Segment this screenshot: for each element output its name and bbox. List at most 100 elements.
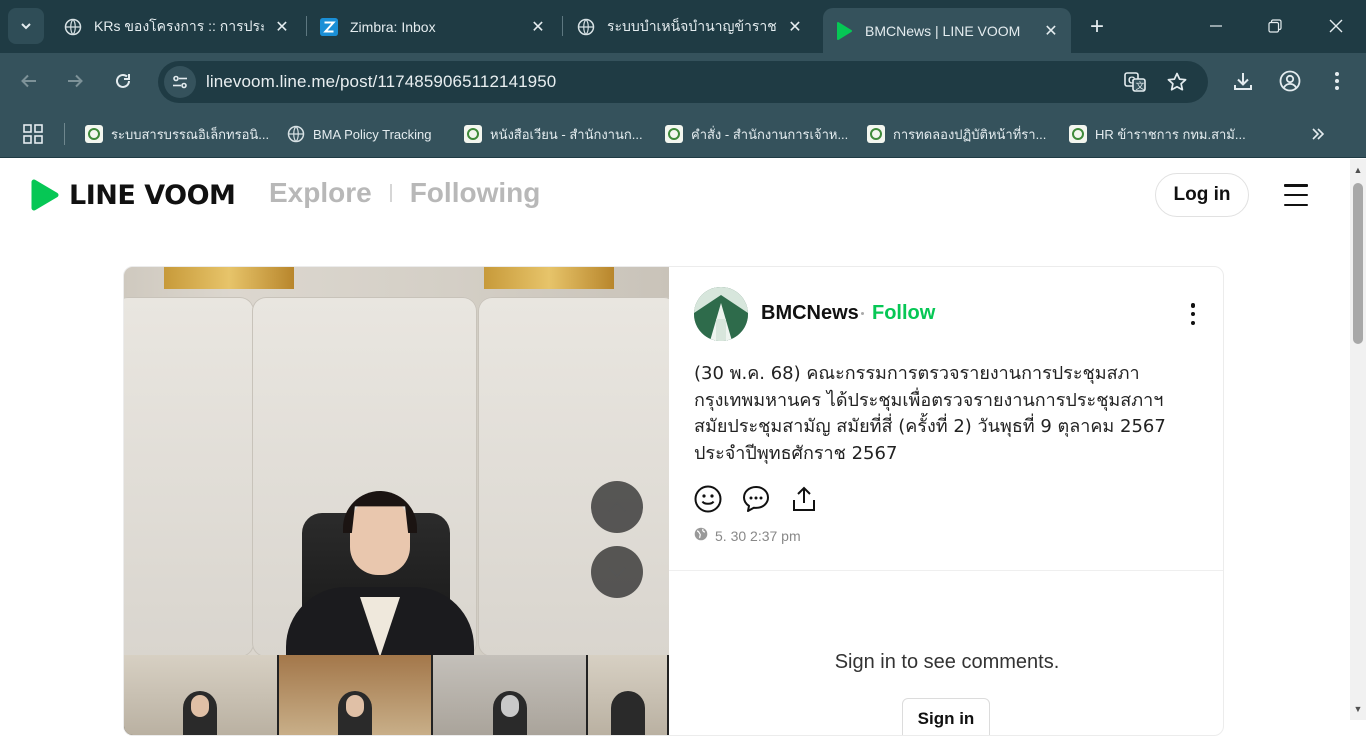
- svg-text:文: 文: [1136, 80, 1145, 92]
- bookmark-item[interactable]: การทดลองปฏิบัติหน้าที่รา...: [867, 123, 1046, 145]
- bookmark-label: คำสั่ง - สำนักงานการเจ้าห...: [691, 126, 849, 142]
- share-icon[interactable]: [789, 484, 819, 514]
- new-tab-button[interactable]: +: [1084, 13, 1110, 40]
- arrow-left-icon: [21, 74, 36, 88]
- globe-icon: [694, 527, 708, 544]
- restore-icon: [1268, 19, 1282, 33]
- wall-panel: [124, 297, 254, 657]
- download-icon: [1234, 73, 1252, 90]
- line-voom-logo[interactable]: LINE VOOM: [29, 179, 236, 211]
- nav-following[interactable]: Following: [410, 177, 541, 209]
- chevron-down-icon: [21, 23, 31, 30]
- page-scrollbar[interactable]: ▲ ▼: [1350, 159, 1366, 720]
- bookmark-item[interactable]: ระบบสารบรรณอิเล็กทรอนิ...: [85, 123, 269, 145]
- main-nav: Explore Following: [269, 177, 540, 209]
- login-button[interactable]: Log in: [1155, 173, 1249, 217]
- tab-pension[interactable]: ระบบบำเหน็จบำนาญข้าราชกา ✕: [565, 8, 815, 45]
- apps-button[interactable]: [23, 123, 43, 145]
- avatar[interactable]: [694, 287, 748, 341]
- star-icon[interactable]: [1165, 70, 1189, 94]
- bookmark-label: หนังสือเวียน - สำนักงานก...: [490, 126, 643, 142]
- tab-title: BMCNews | LINE VOOM: [865, 22, 1021, 39]
- restore-button[interactable]: [1255, 10, 1295, 42]
- follow-button[interactable]: Follow: [861, 302, 935, 325]
- bookmark-label: BMA Policy Tracking: [313, 126, 432, 142]
- close-icon[interactable]: ✕: [272, 17, 292, 37]
- arrow-right-icon: [68, 74, 83, 88]
- tab-krs[interactable]: KRs ของโครงการ :: การประชา ✕: [52, 8, 302, 45]
- more-bookmarks-button[interactable]: [1310, 123, 1326, 145]
- thumbnail: [433, 655, 587, 735]
- tab-bar: KRs ของโครงการ :: การประชา ✕ Zimbra: Inb…: [0, 0, 1366, 53]
- nav-explore[interactable]: Explore: [269, 177, 372, 209]
- bookmarks-bar: ระบบสารบรรณอิเล็กทรอนิ... BMA Policy Tra…: [0, 111, 1366, 158]
- gold-frame: [484, 267, 614, 289]
- tab-zimbra[interactable]: Zimbra: Inbox ✕: [308, 8, 558, 45]
- wall-panel: [478, 297, 669, 657]
- bookmark-label: HR ข้าราชการ กทม.สามั...: [1095, 126, 1246, 142]
- author-name[interactable]: BMCNews: [761, 302, 859, 325]
- person-head: [350, 497, 410, 575]
- browser-toolbar: linevoom.line.me/post/117485906511214195…: [0, 53, 1366, 111]
- globe-icon: [287, 125, 305, 143]
- account-icon: [1279, 70, 1301, 92]
- web-page: LINE VOOM Explore Following Log in BMCNe…: [0, 159, 1350, 736]
- post-text: (30 พ.ค. 68) คณะกรรมการตรวจรายงานการประช…: [694, 363, 1166, 464]
- address-bar[interactable]: linevoom.line.me/post/117485906511214195…: [158, 61, 1208, 103]
- bookmark-item[interactable]: HR ข้าราชการ กทม.สามั...: [1069, 123, 1246, 145]
- more-options-icon[interactable]: [1189, 303, 1197, 325]
- apps-grid-icon: [23, 124, 43, 144]
- smile-icon[interactable]: [693, 484, 723, 514]
- site-info-icon[interactable]: [164, 66, 196, 98]
- bookmark-label: การทดลองปฏิบัติหน้าที่รา...: [893, 126, 1047, 142]
- profile-button[interactable]: [1272, 63, 1308, 99]
- tab-search-button[interactable]: [8, 8, 44, 44]
- translate-icon[interactable]: G文: [1123, 70, 1147, 94]
- scroll-down-icon[interactable]: ▼: [1353, 704, 1363, 714]
- comment-icon[interactable]: [741, 484, 771, 514]
- scroll-thumb[interactable]: [1353, 183, 1363, 344]
- signin-button[interactable]: Sign in: [902, 698, 990, 735]
- close-icon[interactable]: ✕: [528, 17, 548, 37]
- url-text[interactable]: linevoom.line.me/post/117485906511214195…: [206, 72, 556, 92]
- reload-button[interactable]: [105, 63, 141, 99]
- close-window-button[interactable]: [1316, 10, 1356, 42]
- thumbnail: [124, 655, 277, 735]
- forward-button[interactable]: [57, 63, 93, 99]
- hamburger-menu-icon[interactable]: [1284, 184, 1308, 206]
- video-thumbnails: [124, 655, 669, 735]
- thumbnail: [588, 655, 667, 735]
- post-media[interactable]: [124, 267, 669, 735]
- minimize-icon: [1210, 25, 1222, 27]
- timestamp-text: 5. 30 2:37 pm: [715, 527, 801, 544]
- close-icon[interactable]: ✕: [785, 17, 805, 37]
- reload-icon: [116, 73, 130, 88]
- line-voom-icon: [835, 21, 853, 40]
- next-button[interactable]: [591, 546, 643, 598]
- bma-seal-icon: [665, 125, 683, 143]
- chevron-up-icon: [608, 501, 626, 512]
- minimize-button[interactable]: [1196, 10, 1236, 42]
- tab-bmcnews-active[interactable]: BMCNews | LINE VOOM ✕: [823, 8, 1071, 53]
- line-voom-logo-icon: [31, 179, 59, 211]
- bma-seal-icon: [867, 125, 885, 143]
- chevron-double-right-icon: [1312, 128, 1325, 140]
- post-timestamp: 5. 30 2:37 pm: [694, 527, 801, 544]
- post-info: BMCNews Follow (30 พ.ค. 68) คณะกรรมการตร…: [669, 267, 1223, 735]
- bookmark-item[interactable]: หนังสือเวียน - สำนักงานก...: [464, 123, 643, 145]
- close-icon[interactable]: ✕: [1041, 21, 1061, 41]
- tab-title: KRs ของโครงการ :: การประชา: [94, 17, 264, 34]
- bookmark-item[interactable]: คำสั่ง - สำนักงานการเจ้าห...: [665, 123, 848, 145]
- thumbnail: [278, 655, 432, 735]
- scroll-up-icon[interactable]: ▲: [1353, 165, 1363, 175]
- bookmark-label: ระบบสารบรรณอิเล็กทรอนิ...: [111, 126, 270, 142]
- previous-button[interactable]: [591, 481, 643, 533]
- tab-title: ระบบบำเหน็จบำนาญข้าราชกา: [607, 17, 777, 34]
- bookmark-item[interactable]: BMA Policy Tracking: [287, 123, 432, 145]
- bma-seal-icon: [1069, 125, 1087, 143]
- zimbra-icon: [320, 17, 338, 36]
- downloads-button[interactable]: [1225, 63, 1261, 99]
- menu-button[interactable]: [1319, 63, 1355, 99]
- back-button[interactable]: [11, 63, 47, 99]
- signin-prompt: Sign in to see comments.: [834, 651, 1060, 673]
